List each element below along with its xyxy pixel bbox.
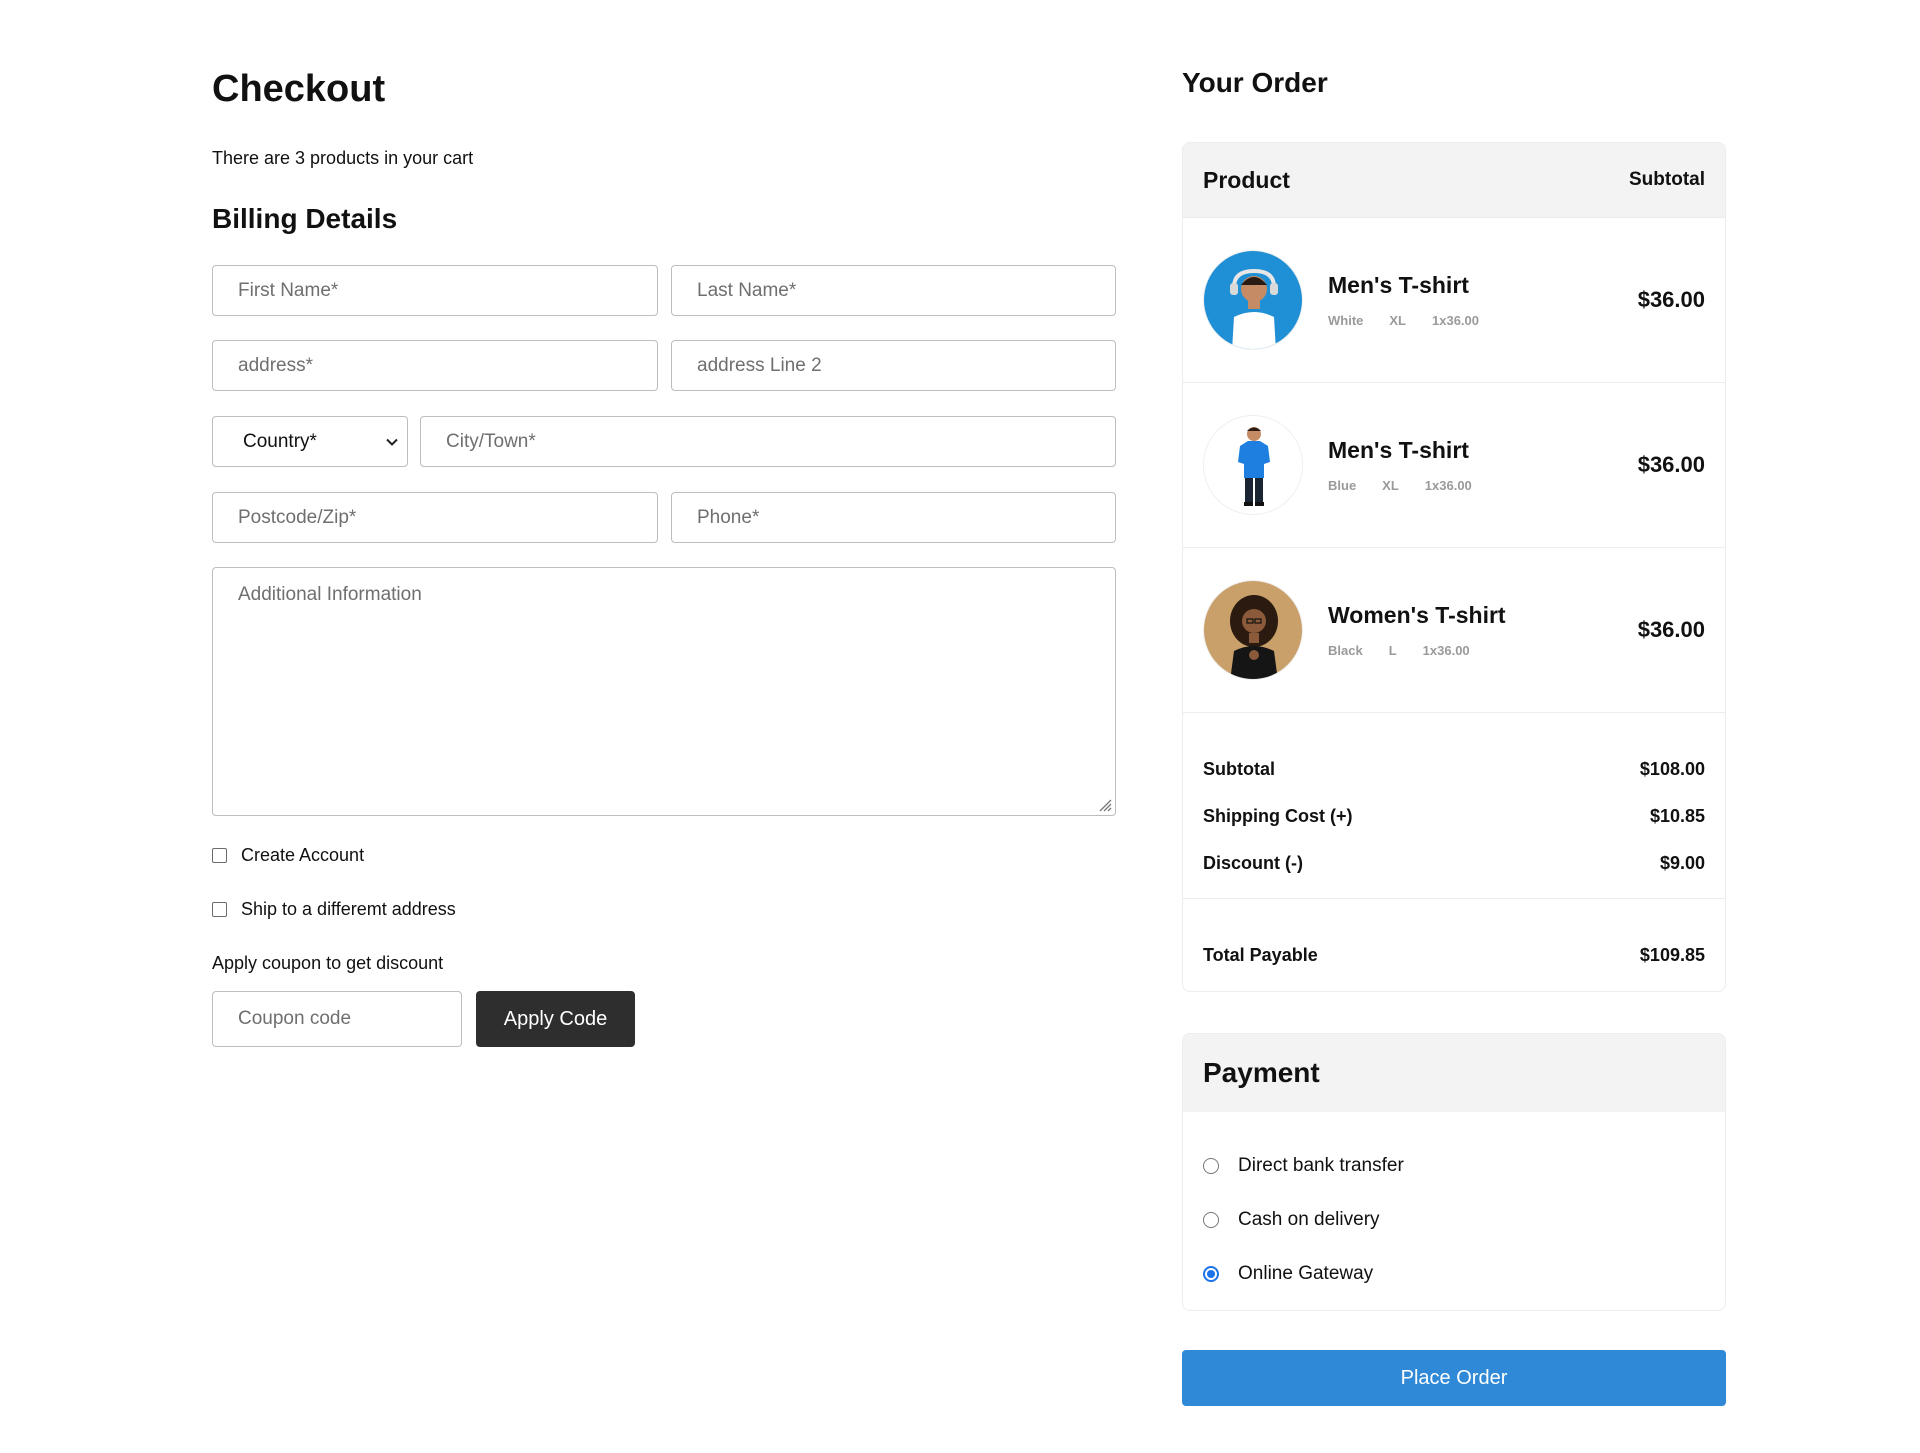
shipping-value: $10.85 [1649, 806, 1705, 826]
cart-count-text: There are 3 products in your cart [212, 148, 474, 168]
item-size: XL [1382, 478, 1399, 493]
create-account-checkbox[interactable] [212, 848, 227, 863]
item-qty-price: 1x36.00 [1422, 643, 1470, 658]
additional-info-textarea[interactable] [212, 567, 1116, 816]
woman-black-tshirt-photo-icon [1203, 580, 1303, 680]
payment-option-cash-on-delivery[interactable]: Cash on delivery [1203, 1209, 1380, 1231]
order-item: Men's T-shirt Blue XL 1x36.00 $36.00 [1183, 383, 1725, 548]
item-price: $36.00 [1637, 452, 1705, 477]
subtotal-label: Subtotal [1203, 759, 1275, 779]
resize-handle-icon[interactable] [1096, 796, 1112, 812]
payment-header: Payment [1183, 1034, 1725, 1112]
cash-on-delivery-label: Cash on delivery [1238, 1209, 1380, 1230]
item-color: White [1328, 313, 1364, 328]
payment-card: Payment Direct bank transfer Cash on del… [1182, 1033, 1726, 1311]
order-summary-card: Product Subtotal Men's T-shirt White XL … [1182, 142, 1726, 992]
online-gateway-radio[interactable] [1203, 1266, 1219, 1282]
discount-value: $9.00 [1659, 853, 1705, 873]
chevron-down-icon [385, 435, 399, 449]
total-payable-label: Total Payable [1203, 945, 1318, 965]
ship-different-checkbox-row[interactable]: Ship to a differemt address [212, 899, 456, 920]
your-order-title: Your Order [1182, 67, 1328, 98]
payment-option-online-gateway[interactable]: Online Gateway [1203, 1263, 1373, 1285]
ship-different-label: Ship to a differemt address [241, 899, 456, 919]
payment-title: Payment [1203, 1057, 1320, 1088]
man-blue-tshirt-photo-icon [1203, 415, 1303, 515]
subtotal-value: $108.00 [1639, 759, 1705, 779]
item-name: Men's T-shirt [1328, 437, 1469, 463]
man-white-tshirt-photo-icon [1203, 250, 1303, 350]
item-qty-price: 1x36.00 [1432, 313, 1480, 328]
page-title: Checkout [212, 68, 386, 110]
subtotal-column-header: Subtotal [1629, 169, 1705, 190]
cash-on-delivery-radio[interactable] [1203, 1212, 1219, 1228]
online-gateway-label: Online Gateway [1238, 1263, 1374, 1284]
discount-label: Discount (-) [1203, 853, 1303, 873]
coupon-hint: Apply coupon to get discount [212, 953, 444, 973]
order-table-header: Product Subtotal [1183, 143, 1725, 218]
postcode-field[interactable] [212, 492, 658, 543]
order-item: Men's T-shirt White XL 1x36.00 $36.00 [1183, 218, 1725, 383]
create-account-label: Create Account [241, 845, 365, 865]
product-column-header: Product [1203, 166, 1290, 193]
billing-details-title: Billing Details [212, 203, 398, 234]
order-totals: Subtotal $108.00 Shipping Cost (+) $10.8… [1183, 759, 1725, 966]
phone-field[interactable] [671, 492, 1116, 543]
country-select[interactable]: Country* [212, 416, 408, 467]
last-name-field[interactable] [671, 265, 1116, 316]
coupon-input[interactable] [212, 991, 462, 1047]
order-item: Women's T-shirt Black L 1x36.00 $36.00 [1183, 548, 1725, 713]
bank-transfer-label: Direct bank transfer [1238, 1155, 1404, 1176]
item-color: Blue [1328, 478, 1357, 493]
item-price: $36.00 [1637, 287, 1705, 312]
ship-different-checkbox[interactable] [212, 902, 227, 917]
item-qty-price: 1x36.00 [1424, 478, 1472, 493]
city-field[interactable] [420, 416, 1116, 467]
item-name: Men's T-shirt [1328, 272, 1469, 298]
create-account-checkbox-row[interactable]: Create Account [212, 845, 364, 866]
item-size: XL [1389, 313, 1407, 328]
item-name: Women's T-shirt [1328, 602, 1506, 628]
item-color: Black [1328, 643, 1363, 658]
bank-transfer-radio[interactable] [1203, 1158, 1219, 1174]
total-payable-value: $109.85 [1639, 945, 1705, 965]
first-name-field[interactable] [212, 265, 658, 316]
address-field[interactable] [212, 340, 658, 391]
country-select-value: Country* [243, 430, 317, 452]
place-order-button[interactable]: Place Order [1182, 1350, 1726, 1406]
item-price: $36.00 [1637, 617, 1705, 642]
totals-divider [1183, 898, 1725, 899]
payment-option-bank-transfer[interactable]: Direct bank transfer [1203, 1155, 1404, 1177]
item-size: L [1388, 643, 1397, 658]
shipping-label: Shipping Cost (+) [1203, 806, 1353, 826]
apply-code-button[interactable]: Apply Code [476, 991, 635, 1047]
address-line2-field[interactable] [671, 340, 1116, 391]
